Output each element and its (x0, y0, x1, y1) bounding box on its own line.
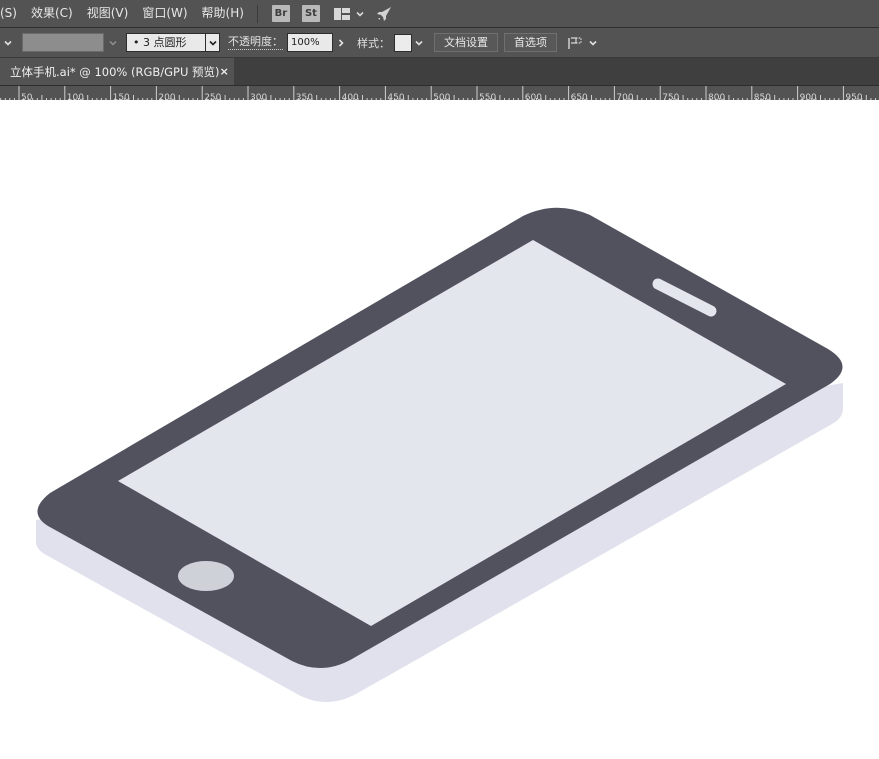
chevron-down-icon (4, 40, 12, 46)
menu-bar: (S) 效果(C) 视图(V) 窗口(W) 帮助(H) Br St (0, 0, 879, 28)
ruler-label: 350 (296, 93, 313, 100)
document-tab[interactable]: 立体手机.ai* @ 100% (RGB/GPU 预览) × (0, 58, 234, 85)
opacity-slider-toggle[interactable] (333, 33, 349, 52)
chevron-down-icon (415, 40, 423, 46)
menu-separator (256, 4, 258, 23)
opacity-input[interactable]: 100% (287, 33, 333, 52)
ruler-label: 500 (433, 93, 450, 100)
fill-dropdown[interactable] (0, 33, 16, 53)
menu-window[interactable]: 窗口(W) (135, 0, 194, 28)
bridge-icon[interactable]: Br (271, 5, 290, 22)
ruler-ticks: 50 100 150 200 250 300 350 400 450 500 550 600 650 70… (0, 86, 876, 100)
chevron-down-icon (356, 11, 364, 17)
style-label: 样式： (357, 36, 390, 50)
ruler-label: 800 (708, 93, 725, 100)
chevron-down-icon (208, 40, 217, 46)
ruler-label: 850 (754, 93, 771, 100)
ruler-label: 300 (250, 93, 267, 100)
brush-definition-dropdown[interactable] (206, 33, 220, 52)
menu-select[interactable]: (S) (0, 0, 24, 28)
stroke-dropdown[interactable] (104, 33, 122, 53)
close-icon[interactable]: × (220, 65, 229, 78)
rocket-icon[interactable] (376, 6, 392, 22)
chevron-right-icon (338, 38, 344, 47)
stock-icon[interactable]: St (301, 5, 320, 22)
control-bar: • 3 点圆形 不透明度： 100% 样式： 文档设置 首选项 (0, 28, 879, 58)
preferences-button[interactable]: 首选项 (504, 33, 557, 52)
ruler-label: 600 (525, 93, 542, 100)
chevron-down-icon (589, 40, 597, 46)
ruler-label: 950 (845, 93, 862, 100)
align-options-icon[interactable] (567, 35, 599, 51)
ruler-label: 400 (342, 93, 359, 100)
menu-effect[interactable]: 效果(C) (24, 0, 80, 28)
ruler-label: 750 (662, 93, 679, 100)
graphic-style-dropdown[interactable] (412, 33, 426, 52)
ruler-label: 450 (387, 93, 404, 100)
horizontal-ruler[interactable]: 50 100 150 200 250 300 350 400 450 500 550 600 650 70… (0, 85, 879, 100)
ruler-label: 650 (571, 93, 588, 100)
ruler-label: 50 (21, 93, 33, 100)
opacity-label[interactable]: 不透明度： (228, 35, 283, 50)
flag-icon (568, 36, 582, 49)
workspace-switcher[interactable] (333, 7, 366, 20)
phone-home-button[interactable] (178, 561, 234, 591)
document-tab-title: 立体手机.ai* @ 100% (RGB/GPU 预览) (10, 64, 220, 79)
ruler-label: 100 (67, 93, 84, 100)
stroke-weight-field[interactable] (22, 33, 104, 52)
document-setup-button[interactable]: 文档设置 (434, 33, 498, 52)
chevron-down-icon (109, 40, 117, 45)
ruler-label: 150 (113, 93, 130, 100)
menu-view[interactable]: 视图(V) (80, 0, 136, 28)
isometric-phone-artwork (36, 207, 843, 702)
document-tab-bar: 立体手机.ai* @ 100% (RGB/GPU 预览) × (0, 58, 879, 85)
ruler-label: 200 (158, 93, 175, 100)
ruler-label: 700 (616, 93, 633, 100)
menu-help[interactable]: 帮助(H) (195, 0, 251, 28)
ruler-label: 250 (204, 93, 221, 100)
artboard-canvas[interactable] (0, 100, 879, 759)
ruler-label: 900 (800, 93, 817, 100)
graphic-style-swatch[interactable] (394, 33, 412, 52)
brush-definition-select[interactable]: • 3 点圆形 (126, 33, 206, 52)
workspace-layout-icon (333, 7, 350, 20)
ruler-label: 550 (479, 93, 496, 100)
